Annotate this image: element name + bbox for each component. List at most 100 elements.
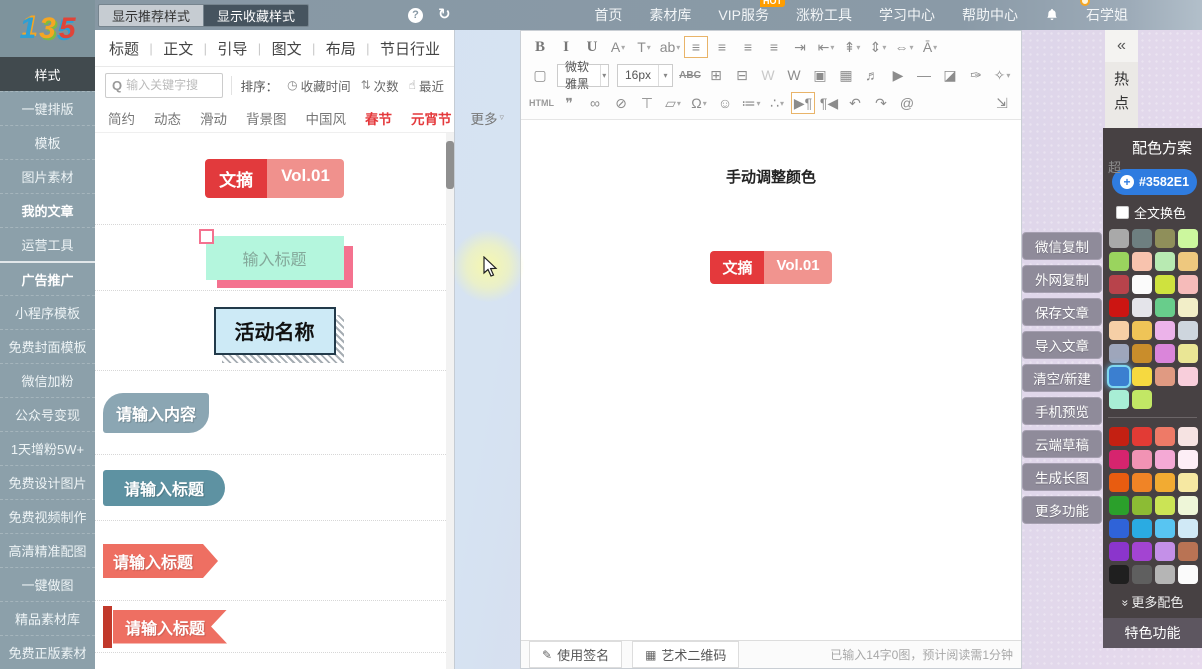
sidebar-item-免费正版素材[interactable]: 免费正版素材 — [0, 635, 95, 669]
tab-引导[interactable]: 引导 — [217, 38, 247, 59]
color-swatch-#a344d2[interactable] — [1132, 542, 1152, 561]
text-direction-icon[interactable]: Ā▾ — [918, 36, 942, 58]
action-button-更多功能[interactable]: 更多功能 — [1022, 496, 1102, 524]
image-icon[interactable]: ▣ — [808, 64, 832, 86]
emoji-icon[interactable]: ☺ — [713, 92, 737, 114]
align-right-icon[interactable]: ≡ — [736, 36, 760, 58]
color-swatch-#2ba02b[interactable] — [1109, 496, 1129, 515]
user-menu[interactable]: 石学姐 — [1086, 5, 1128, 25]
full-text-recolor-option[interactable]: 全文换色 — [1116, 203, 1202, 222]
style-sample-event[interactable]: 活动名称 — [95, 291, 454, 371]
color-swatch-#d6246e[interactable] — [1109, 450, 1129, 469]
color-swatch-#ee7a67[interactable] — [1155, 427, 1175, 446]
sidebar-item-1天增粉5W+[interactable]: 1天增粉5W+ — [0, 431, 95, 465]
filter-tag-背景图[interactable]: 背景图 — [246, 108, 287, 128]
magic-wand-icon[interactable]: ✧▾ — [990, 64, 1014, 86]
rtl-paragraph-icon[interactable]: ¶◀ — [817, 92, 841, 114]
sidebar-item-微信加粉[interactable]: 微信加粉 — [0, 363, 95, 397]
html-source-icon[interactable]: HTML — [528, 92, 555, 114]
image-album-icon[interactable]: ▦ — [834, 64, 858, 86]
outdent-icon[interactable]: ⇤▾ — [814, 36, 838, 58]
color-swatch-#f6bbba[interactable] — [1178, 275, 1198, 294]
sidebar-item-运营工具[interactable]: 运营工具 — [0, 227, 95, 261]
sidebar-item-模板[interactable]: 模板 — [0, 125, 95, 159]
color-swatch-#da85da[interactable] — [1155, 344, 1175, 363]
color-swatch-#c2e765[interactable] — [1132, 390, 1152, 409]
filter-tag-简约[interactable]: 简约 — [108, 108, 135, 128]
art-qrcode-button[interactable]: ▦ 艺术二维码 — [632, 641, 739, 668]
new-doc-icon[interactable]: ▢ — [528, 64, 552, 86]
filter-tag-更多[interactable]: 更多▿ — [471, 108, 505, 128]
nav-item-素材库[interactable]: 素材库 — [649, 5, 691, 25]
color-swatch-#c98d2b[interactable] — [1132, 344, 1152, 363]
line-height-icon[interactable]: ⇕▾ — [866, 36, 890, 58]
filter-tag-滑动[interactable]: 滑动 — [200, 108, 227, 128]
color-swatch-#8f8f5a[interactable] — [1155, 229, 1175, 248]
style-sample-ribbon[interactable]: 请输入标题 — [95, 601, 454, 653]
unordered-list-icon[interactable]: ∴▾ — [765, 92, 789, 114]
align-center-icon[interactable]: ≡ — [710, 36, 734, 58]
tab-hot[interactable]: 热点 — [1105, 62, 1138, 130]
color-swatch-#c490e8[interactable] — [1155, 542, 1175, 561]
action-button-生成长图[interactable]: 生成长图 — [1022, 463, 1102, 491]
color-swatch-#a8eed5[interactable] — [1109, 390, 1129, 409]
indent-icon[interactable]: ⇥ — [788, 36, 812, 58]
font-size-select[interactable]: 16px▾ — [617, 64, 673, 87]
sort-by-最近[interactable]: ☝最近 — [409, 76, 444, 95]
align-left-icon[interactable]: ≡ — [684, 36, 708, 58]
action-button-保存文章[interactable]: 保存文章 — [1022, 298, 1102, 326]
sidebar-item-免费封面模板[interactable]: 免费封面模板 — [0, 329, 95, 363]
checkbox[interactable] — [1116, 206, 1129, 219]
word-import-icon[interactable]: W — [782, 64, 806, 86]
text-effect-icon[interactable]: T▾ — [632, 36, 656, 58]
more-colors-button[interactable]: »更多配色 — [1103, 592, 1202, 611]
horizontal-rule-icon[interactable]: — — [912, 64, 936, 86]
color-swatch-#b8434b[interactable] — [1109, 275, 1129, 294]
video-icon[interactable]: ▶ — [886, 64, 910, 86]
color-swatch-#cfe23e[interactable] — [1155, 275, 1175, 294]
highlight-icon[interactable]: ab▾ — [658, 36, 682, 58]
notification-bell[interactable] — [1045, 8, 1059, 22]
sidebar-item-一键排版[interactable]: 一键排版 — [0, 91, 95, 125]
color-swatch-#d0e9f6[interactable] — [1178, 519, 1198, 538]
sidebar-item-我的文章[interactable]: 我的文章 — [0, 193, 95, 227]
color-swatch-#eae695[interactable] — [1178, 344, 1198, 363]
tab-标题[interactable]: 标题 — [109, 38, 139, 59]
text-box-icon[interactable]: ⊤ — [635, 92, 659, 114]
color-swatch-#8b35cc[interactable] — [1109, 542, 1129, 561]
sidebar-item-精品素材库[interactable]: 精品素材库 — [0, 601, 95, 635]
paragraph-spacing-icon[interactable]: ⇞▾ — [840, 36, 864, 58]
sidebar-item-一键做图[interactable]: 一键做图 — [0, 567, 95, 601]
table-icon[interactable]: ⊞ — [704, 64, 728, 86]
action-button-外网复制[interactable]: 外网复制 — [1022, 265, 1102, 293]
nav-item-首页[interactable]: 首页 — [594, 5, 622, 25]
color-swatch-#ced6de[interactable] — [1178, 321, 1198, 340]
sidebar-item-广告推广[interactable]: 广告推广 — [0, 261, 95, 295]
font-family-select[interactable]: 微软雅黑▾ — [557, 64, 609, 87]
color-swatch-#b97354[interactable] — [1178, 542, 1198, 561]
use-signature-button[interactable]: ✎ 使用签名 — [529, 641, 622, 668]
color-swatch-#f2eec8[interactable] — [1178, 298, 1198, 317]
tab-布局[interactable]: 布局 — [326, 38, 356, 59]
font-color-icon[interactable]: A▾ — [606, 36, 630, 58]
color-swatch-#e4e4ea[interactable] — [1132, 298, 1152, 317]
action-button-导入文章[interactable]: 导入文章 — [1022, 331, 1102, 359]
scrollbar-thumb[interactable] — [446, 141, 454, 189]
color-swatch-#2f63d8[interactable] — [1109, 519, 1129, 538]
redo-icon[interactable]: ↷ — [869, 92, 893, 114]
color-swatch-#9ad45e[interactable] — [1109, 252, 1129, 271]
color-swatch-#a9a9a9[interactable] — [1109, 229, 1129, 248]
tab-正文[interactable]: 正文 — [163, 38, 193, 59]
color-swatch-#e85c10[interactable] — [1109, 473, 1129, 492]
ltr-paragraph-icon[interactable]: ▶¶ — [791, 92, 815, 114]
color-swatch-#b8eab2[interactable] — [1155, 252, 1175, 271]
show-favorite-styles-button[interactable]: 显示收藏样式 — [204, 5, 308, 26]
color-swatch-#f4a9d5[interactable] — [1155, 450, 1175, 469]
search-input[interactable] — [126, 78, 215, 92]
color-swatch-#f6cfa6[interactable] — [1109, 321, 1129, 340]
color-swatch-#f08426[interactable] — [1132, 473, 1152, 492]
fullscreen-icon[interactable]: ⇲ — [990, 92, 1014, 114]
underline-icon[interactable]: U — [580, 36, 604, 58]
color-swatch-#6e7f80[interactable] — [1132, 229, 1152, 248]
color-swatch-#eec87e[interactable] — [1178, 252, 1198, 271]
